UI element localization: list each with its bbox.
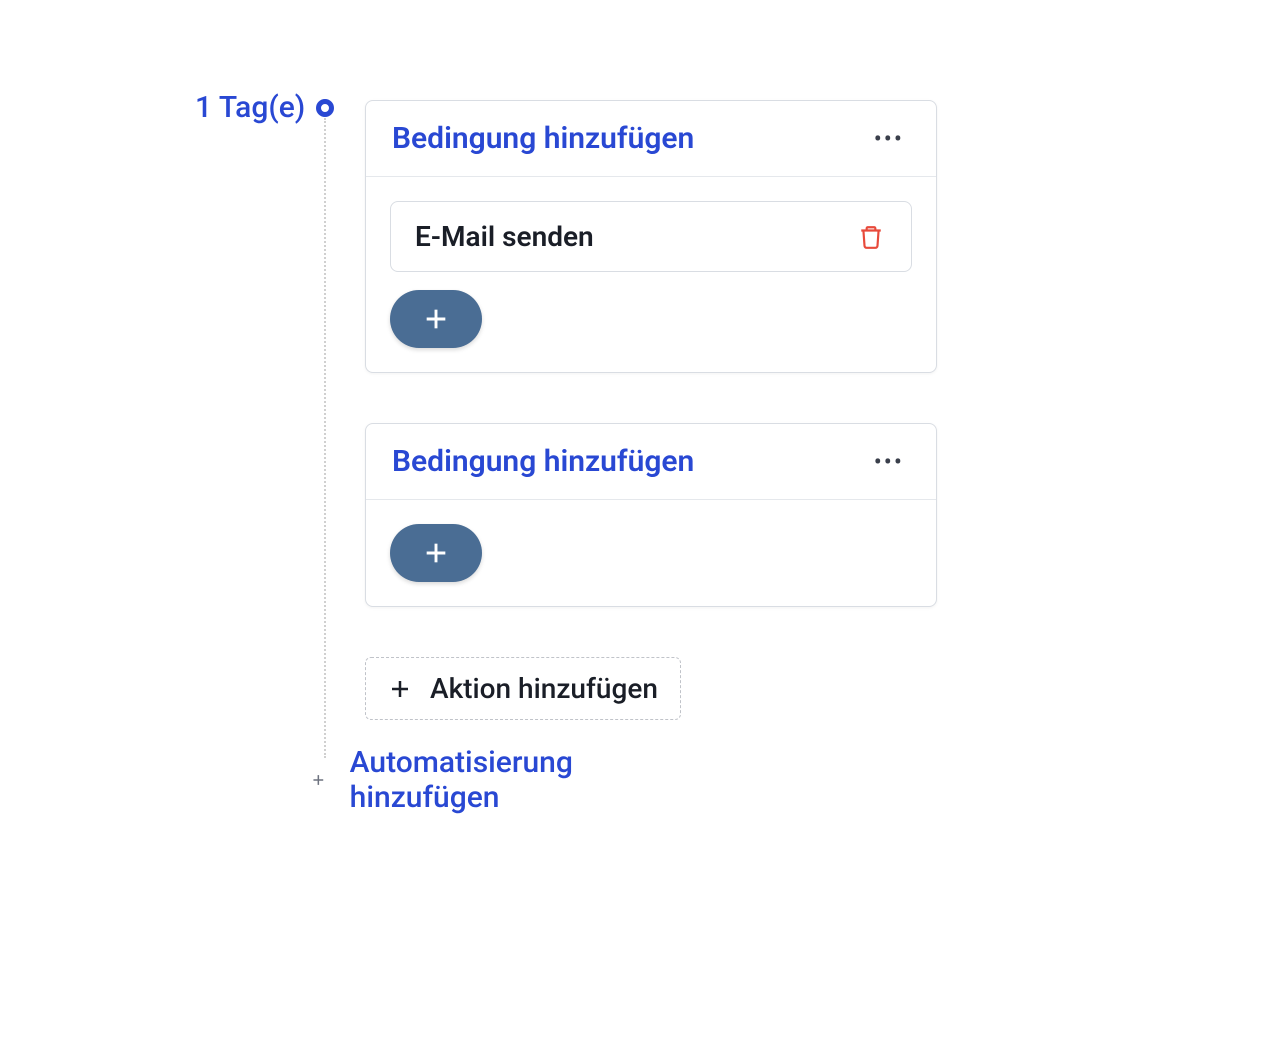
more-icon[interactable]: ••• <box>868 446 910 478</box>
timeline-line <box>324 118 326 758</box>
trash-icon <box>858 224 884 250</box>
plus-icon <box>422 539 450 567</box>
condition-card: Bedingung hinzufügen ••• E-Mail senden <box>365 100 937 373</box>
day-label: 1 Tag(e) <box>195 90 305 125</box>
condition-body: E-Mail senden <box>366 177 936 372</box>
condition-header: Bedingung hinzufügen ••• <box>366 101 936 177</box>
plus-icon <box>311 768 326 792</box>
add-condition-link[interactable]: Bedingung hinzufügen <box>392 121 694 156</box>
add-action-button[interactable]: Aktion hinzufügen <box>365 657 681 720</box>
timeline-marker-icon <box>316 99 334 117</box>
add-sub-action-button[interactable] <box>390 290 482 348</box>
more-icon[interactable]: ••• <box>868 123 910 155</box>
add-sub-action-button[interactable] <box>390 524 482 582</box>
condition-header: Bedingung hinzufügen ••• <box>366 424 936 500</box>
add-condition-link[interactable]: Bedingung hinzufügen <box>392 444 694 479</box>
plus-icon <box>422 305 450 333</box>
add-automation-label: Automatisierung hinzufügen <box>350 745 583 815</box>
action-item[interactable]: E-Mail senden <box>390 201 912 272</box>
plus-icon <box>388 677 412 701</box>
delete-action-button[interactable] <box>855 221 887 253</box>
add-automation-button[interactable]: Automatisierung hinzufügen <box>311 745 582 815</box>
condition-body <box>366 500 936 606</box>
condition-card: Bedingung hinzufügen ••• <box>365 423 937 607</box>
action-label: E-Mail senden <box>415 220 594 253</box>
add-action-label: Aktion hinzufügen <box>430 672 658 705</box>
